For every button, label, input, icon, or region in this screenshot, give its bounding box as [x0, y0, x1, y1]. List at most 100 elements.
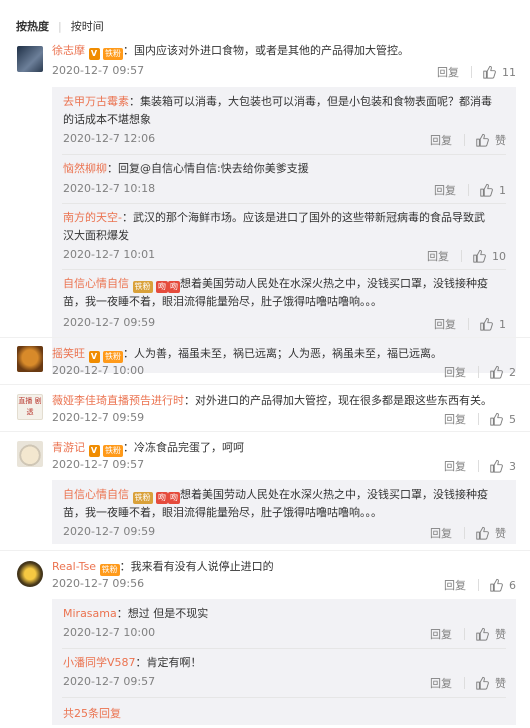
reply-button[interactable]: 回复 [444, 577, 466, 593]
verified-v-icon: V [88, 48, 100, 60]
reply-button[interactable]: 回复 [434, 316, 456, 332]
like-button[interactable]: 5 [489, 412, 516, 426]
like-count: 1 [499, 183, 506, 197]
action-divider [464, 527, 465, 539]
action-divider [468, 318, 469, 330]
thumbs-up-icon [489, 365, 503, 379]
username[interactable]: 恼然柳柳 [63, 162, 107, 175]
divider [0, 550, 530, 551]
like-count: 1 [499, 317, 506, 331]
like-button[interactable]: 赞 [475, 675, 506, 691]
like-button[interactable]: 赞 [475, 525, 506, 541]
reply-button[interactable]: 回复 [437, 64, 459, 80]
username[interactable]: Real-Tse [52, 560, 96, 573]
reply-button[interactable]: 回复 [444, 364, 466, 380]
reply-text: 去甲万古霉素：集装箱可以消毒，大包装也可以消毒，但是小包装和食物表面呢？都消毒的… [63, 93, 492, 129]
comment-actions: 回复 2 [444, 364, 516, 380]
like-button[interactable]: 1 [479, 317, 506, 331]
sort-divider: | [58, 20, 62, 33]
view-all-replies-link[interactable]: 共25条回复 [63, 705, 121, 721]
avatar[interactable] [17, 441, 43, 467]
like-button[interactable]: 赞 [475, 626, 506, 642]
reply-time: 2020-12-7 10:18 [63, 182, 156, 195]
like-button[interactable]: 11 [482, 65, 516, 79]
like-button[interactable]: 2 [489, 365, 516, 379]
comment-body: ：我来看有没有人说停止进口的 [119, 560, 274, 573]
like-button[interactable]: 6 [489, 578, 516, 592]
reply-body: ：回复@自信心情自信:快去给你美爹支援 [107, 162, 309, 175]
reply-button[interactable]: 回复 [434, 182, 456, 198]
verified-v-icon: V [88, 445, 100, 457]
username[interactable]: 自信心情自信 [63, 277, 129, 290]
thumbs-up-icon [475, 676, 489, 690]
reply-time: 2020-12-7 10:01 [63, 248, 156, 261]
fan-badge: 铁粉 [103, 445, 123, 457]
action-divider [478, 460, 479, 472]
divider [62, 648, 506, 649]
sticker-icon: 吻 [156, 281, 168, 293]
action-divider [464, 134, 465, 146]
thumbs-up-icon [489, 412, 503, 426]
fan-badge: 铁粉 [103, 48, 123, 60]
username[interactable]: 薇娅李佳琦直播预告进行时 [52, 394, 184, 407]
comment-actions: 回复 3 [444, 458, 516, 474]
username[interactable]: 青游记 [52, 441, 85, 454]
action-divider [464, 628, 465, 640]
reply-button[interactable]: 回复 [430, 525, 452, 541]
like-count: 3 [509, 459, 516, 473]
username[interactable]: 摇笑旺 [52, 347, 85, 360]
sort-by-time[interactable]: 按时间 [71, 18, 104, 34]
comment-body: ：人为善，福虽未至，祸已远离；人为恶，祸虽未至，福已远离。 [123, 347, 442, 360]
reply-button[interactable]: 回复 [430, 626, 452, 642]
username[interactable]: 徐志摩 [52, 44, 85, 57]
action-divider [471, 66, 472, 78]
comment-time: 2020-12-7 09:56 [52, 577, 145, 590]
username[interactable]: 小潘同学V587 [63, 656, 136, 669]
like-button[interactable]: 3 [489, 459, 516, 473]
reply-actions: 回复 赞 [430, 132, 506, 148]
like-button[interactable]: 10 [472, 249, 506, 263]
like-button[interactable]: 赞 [475, 132, 506, 148]
action-divider [468, 184, 469, 196]
username[interactable]: 自信心情自信 [63, 488, 129, 501]
comment-text: 青游记 V 铁粉 ：冷冻食品完蛋了，呵呵 [52, 439, 510, 457]
avatar[interactable] [17, 46, 43, 72]
comment-actions: 回复 6 [444, 577, 516, 593]
like-count: 赞 [495, 628, 506, 641]
reply-body: ：肯定有啊！ [135, 656, 202, 669]
thumbs-up-icon [479, 317, 493, 331]
comment-body: ：对外进口的产品得加大管控，现在很多都是跟这些东西有关。 [184, 394, 492, 407]
reply-button[interactable]: 回复 [427, 248, 449, 264]
sticker-icon: 吻 [168, 281, 180, 293]
sort-by-hot[interactable]: 按热度 [16, 18, 49, 34]
like-count: 11 [502, 65, 516, 79]
comment-time: 2020-12-7 10:00 [52, 364, 145, 377]
avatar[interactable]: 直播 剧透 [17, 394, 43, 420]
like-count: 赞 [495, 134, 506, 147]
reply-button[interactable]: 回复 [444, 458, 466, 474]
thumbs-up-icon [482, 65, 496, 79]
thumbs-up-icon [479, 183, 493, 197]
reply-button[interactable]: 回复 [430, 132, 452, 148]
username[interactable]: Mirasama [63, 607, 117, 620]
reply-time: 2020-12-7 12:06 [63, 132, 156, 145]
reply-button[interactable]: 回复 [430, 675, 452, 691]
avatar[interactable] [17, 561, 43, 587]
like-count: 6 [509, 578, 516, 592]
like-count: 赞 [495, 677, 506, 690]
sticker-icon: 吻 [156, 492, 168, 504]
username[interactable]: 南方的天空- [63, 211, 122, 224]
fan-badge: 铁粉 [99, 564, 120, 576]
reply-button[interactable]: 回复 [444, 411, 466, 427]
comment-text: 薇娅李佳琦直播预告进行时：对外进口的产品得加大管控，现在很多都是跟这些东西有关。 [52, 392, 510, 410]
reply-time: 2020-12-7 09:59 [63, 525, 156, 538]
reply-actions: 回复 赞 [430, 675, 506, 691]
username[interactable]: 去甲万古霉素 [63, 95, 129, 108]
reply-text: 南方的天空-：武汉的那个海鲜市场。应该是进口了国外的这些带新冠病毒的食品导致武汉… [63, 209, 492, 245]
reply-text: 自信心情自信 铁粉 吻吻想着美国劳动人民处在水深火热之中，没钱买口罩，没钱接种疫… [63, 275, 492, 311]
like-button[interactable]: 1 [479, 183, 506, 197]
avatar[interactable] [17, 346, 43, 372]
divider [0, 431, 530, 432]
comment-body: ：冷冻食品完蛋了，呵呵 [123, 441, 244, 454]
comment-time: 2020-12-7 09:57 [52, 64, 145, 77]
